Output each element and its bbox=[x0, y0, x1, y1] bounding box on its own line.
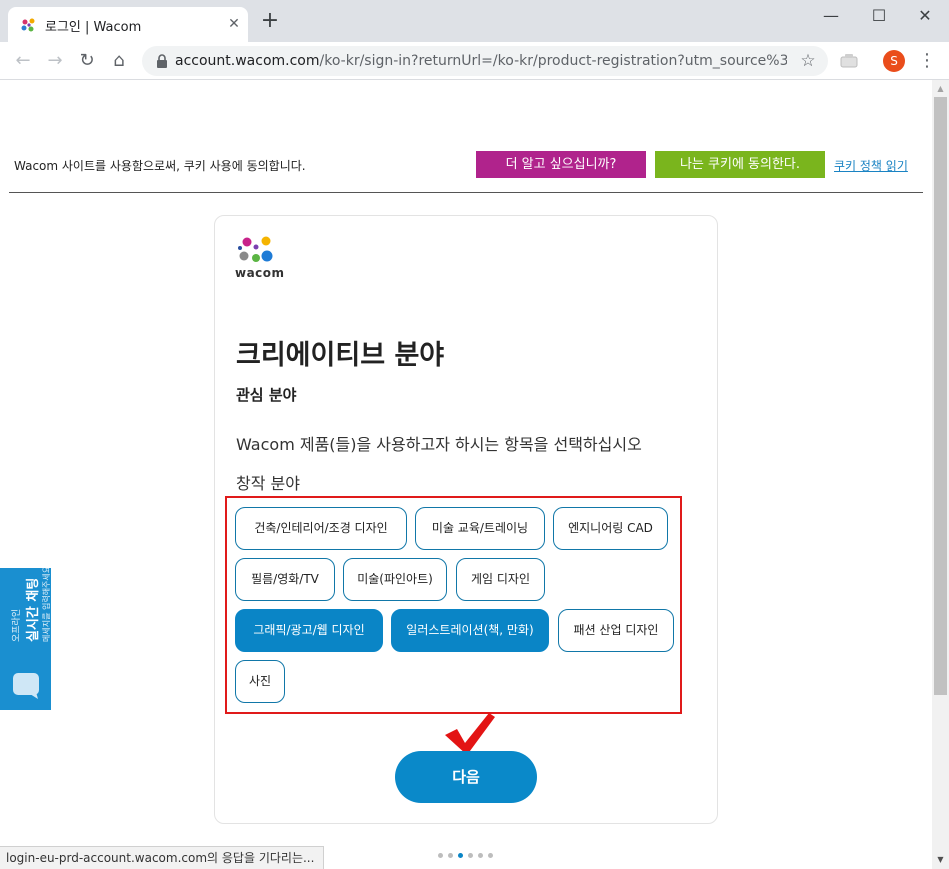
home-icon[interactable]: ⌂ bbox=[107, 49, 131, 73]
option-chip-engineering-cad[interactable]: 엔지니어링 CAD bbox=[553, 507, 668, 550]
pager-dot bbox=[438, 853, 443, 858]
instruction-text: Wacom 제품(들)을 사용하고자 하시는 항목을 선택하십시오 bbox=[236, 435, 642, 454]
section-label: 관심 분야 bbox=[236, 386, 297, 404]
forward-arrow-icon[interactable]: → bbox=[43, 49, 67, 73]
reload-icon[interactable]: ↻ bbox=[75, 49, 99, 73]
option-chip-film-tv[interactable]: 필름/영화/TV bbox=[235, 558, 335, 601]
url-path: /ko-kr/sign-in?returnUrl=/ko-kr/product-… bbox=[319, 53, 787, 69]
back-arrow-icon[interactable]: ← bbox=[11, 49, 35, 73]
chat-title: 실시간 채팅 bbox=[26, 577, 41, 642]
option-chip-graphic-design[interactable]: 그래픽/광고/웹 디자인 bbox=[235, 609, 383, 652]
browser-toolbar: ← → ↻ ⌂ account.wacom.com/ko-kr/sign-in?… bbox=[0, 42, 949, 80]
chat-subtitle: 메세지를 입력해주세요 bbox=[42, 565, 51, 642]
tab-strip: 로그인 | Wacom ✕ + — ☐ ✕ bbox=[0, 0, 949, 42]
cookie-divider bbox=[9, 192, 923, 193]
pager-dot bbox=[488, 853, 493, 858]
browser-window: 로그인 | Wacom ✕ + — ☐ ✕ ← → ↻ ⌂ account.wa… bbox=[0, 0, 949, 869]
live-chat-text: 오프라인 실시간 채팅 메세지를 입력해주세요 bbox=[9, 512, 52, 642]
kebab-menu-icon[interactable]: ⋮ bbox=[918, 50, 936, 72]
cookie-policy-link[interactable]: 쿠키 정책 읽기 bbox=[834, 157, 908, 174]
minimize-icon[interactable]: — bbox=[817, 6, 845, 26]
status-bar: login-eu-prd-account.wacom.com의 응답을 기다리는… bbox=[0, 846, 325, 869]
option-chip-fashion-design[interactable]: 패션 산업 디자인 bbox=[558, 609, 674, 652]
address-bar[interactable]: account.wacom.com/ko-kr/sign-in?returnUr… bbox=[142, 46, 828, 76]
step-pager bbox=[438, 853, 498, 859]
cookie-learn-more-button[interactable]: 더 알고 싶으십니까? bbox=[476, 151, 646, 178]
star-icon[interactable]: ☆ bbox=[798, 51, 818, 71]
option-chip-fine-art[interactable]: 미술(파인아트) bbox=[343, 558, 447, 601]
vertical-scrollbar[interactable]: ▲ ▼ bbox=[932, 80, 949, 869]
option-chip-art-education[interactable]: 미술 교육/트레이닝 bbox=[415, 507, 545, 550]
lock-icon bbox=[157, 54, 167, 68]
pager-dot bbox=[478, 853, 483, 858]
window-close-icon[interactable]: ✕ bbox=[911, 6, 939, 26]
live-chat-tab[interactable]: 오프라인 실시간 채팅 메세지를 입력해주세요 bbox=[0, 566, 51, 710]
next-button[interactable]: 다음 bbox=[395, 751, 537, 803]
url-text[interactable]: account.wacom.com/ko-kr/sign-in?returnUr… bbox=[175, 53, 787, 69]
option-chip-photography[interactable]: 사진 bbox=[235, 660, 285, 703]
extension-icon[interactable] bbox=[840, 54, 858, 68]
wacom-logo-text: wacom bbox=[235, 266, 285, 280]
scroll-thumb[interactable] bbox=[934, 97, 947, 695]
chat-bubble-icon bbox=[13, 673, 39, 699]
wacom-favicon-icon bbox=[21, 18, 35, 32]
option-chip-game-design[interactable]: 게임 디자인 bbox=[456, 558, 545, 601]
cookie-agree-button[interactable]: 나는 쿠키에 동의한다. bbox=[655, 151, 825, 178]
close-icon[interactable]: ✕ bbox=[225, 15, 243, 33]
pager-dot bbox=[448, 853, 453, 858]
scroll-up-arrow-icon[interactable]: ▲ bbox=[932, 82, 949, 96]
cookie-notice-text: Wacom 사이트를 사용함으로써, 쿠키 사용에 동의합니다. bbox=[14, 159, 306, 173]
url-host: account.wacom.com bbox=[175, 53, 320, 69]
category-label: 창작 분야 bbox=[236, 474, 300, 493]
page-title: 크리에이티브 분야 bbox=[236, 340, 445, 371]
chat-status: 오프라인 bbox=[12, 608, 22, 642]
scroll-down-arrow-icon[interactable]: ▼ bbox=[932, 853, 949, 867]
pager-dot-active bbox=[458, 853, 463, 858]
browser-tab[interactable]: 로그인 | Wacom ✕ bbox=[8, 7, 248, 42]
pager-dot bbox=[468, 853, 473, 858]
profile-avatar[interactable]: S bbox=[883, 50, 905, 72]
option-chip-architecture[interactable]: 건축/인테리어/조경 디자인 bbox=[235, 507, 407, 550]
tab-title: 로그인 | Wacom bbox=[45, 20, 142, 35]
option-chip-illustration[interactable]: 일러스트레이션(책, 만화) bbox=[391, 609, 549, 652]
new-tab-button[interactable]: + bbox=[259, 10, 281, 33]
maximize-icon[interactable]: ☐ bbox=[865, 6, 893, 26]
